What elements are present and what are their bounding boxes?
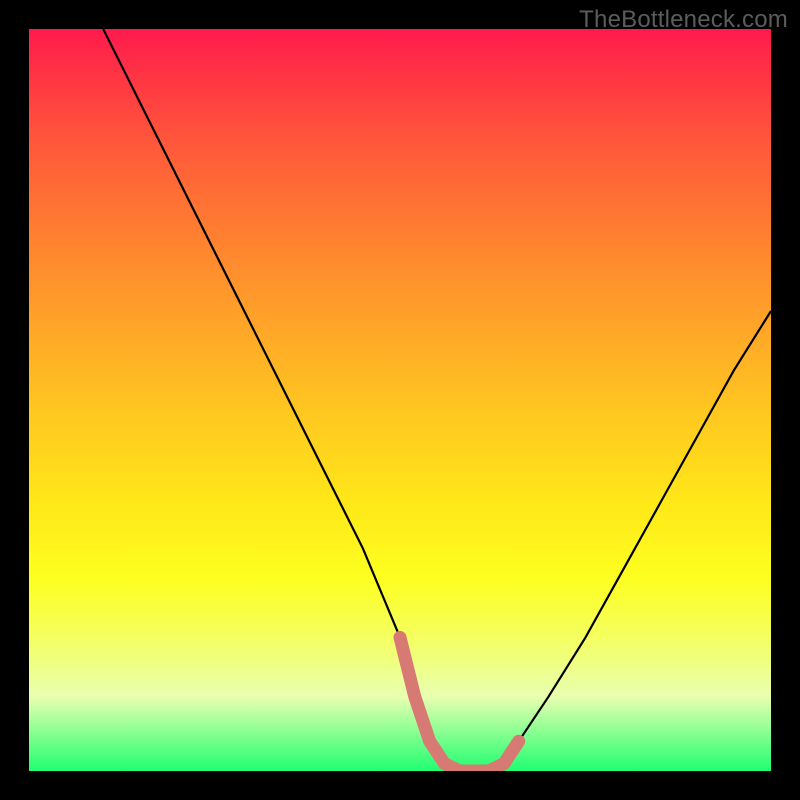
chart-area <box>29 29 771 771</box>
curve-path <box>103 29 771 771</box>
marker-path <box>400 637 519 771</box>
bottleneck-curve-svg <box>29 29 771 771</box>
